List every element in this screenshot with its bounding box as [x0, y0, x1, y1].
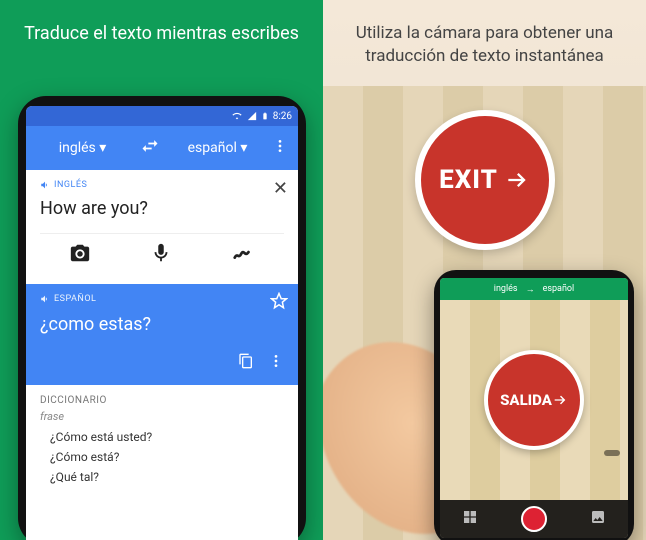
copy-button[interactable]	[238, 353, 254, 373]
dictionary-section: DICCIONARIO frase ¿Cómo está usted? ¿Cóm…	[26, 385, 298, 497]
headline-right: Utiliza la cámara para obtener una tradu…	[323, 0, 646, 90]
phone-frame-left: 8:26 inglés ▾ español ▾ IN	[18, 96, 306, 540]
phone-screen-left: 8:26 inglés ▾ español ▾ IN	[26, 106, 298, 540]
handwriting-icon	[231, 242, 255, 264]
camera-controls	[440, 500, 628, 538]
camera-back-button[interactable]	[462, 509, 478, 529]
camera-screen: inglés → español SALIDA	[440, 278, 628, 538]
panel-camera-translate: Utiliza la cámara para obtener una tradu…	[323, 0, 646, 540]
camera-input-button[interactable]	[69, 242, 91, 268]
favorite-button[interactable]	[270, 292, 288, 314]
language-bar: inglés ▾ español ▾	[26, 126, 298, 170]
original-sign: EXIT	[415, 110, 555, 250]
camera-lang-bar[interactable]: inglés → español	[440, 278, 628, 300]
arrow-right-icon: →	[526, 284, 535, 295]
arrow-right-icon	[504, 167, 530, 193]
result-overflow-button[interactable]	[268, 353, 284, 373]
translation-result-card: ESPAÑOL ¿como estas?	[26, 284, 298, 385]
arrow-right-icon	[552, 392, 568, 408]
cam-lang-to: español	[543, 284, 575, 294]
copy-icon	[238, 353, 254, 369]
lang-from-label: inglés	[59, 140, 96, 156]
source-lang-label[interactable]: INGLÉS	[40, 180, 284, 190]
cam-lang-from: inglés	[494, 284, 518, 294]
wifi-icon	[231, 111, 243, 121]
status-pill	[604, 450, 620, 456]
chevron-down-icon: ▾	[96, 140, 107, 156]
handwriting-input-button[interactable]	[231, 242, 255, 268]
image-icon	[590, 509, 606, 525]
battery-icon	[261, 110, 269, 122]
translation-text: ¿como estas?	[40, 304, 284, 353]
camera-icon	[69, 242, 91, 264]
source-text-input[interactable]: How are you?	[40, 190, 284, 233]
translated-sign: SALIDA	[484, 350, 584, 450]
lang-from-button[interactable]: inglés ▾	[32, 134, 133, 162]
status-bar: 8:26	[26, 106, 298, 126]
camera-viewfinder: SALIDA	[440, 300, 628, 500]
target-lang-label[interactable]: ESPAÑOL	[40, 294, 284, 304]
headline-left: Traduce el texto mientras escribes	[0, 0, 323, 64]
signal-icon	[247, 111, 257, 121]
source-input-card: INGLÉS ✕ How are you?	[26, 170, 298, 284]
phone-frame-right: inglés → español SALIDA	[434, 270, 634, 540]
dictionary-item[interactable]: ¿Cómo está usted?	[40, 427, 284, 447]
input-tools-row	[40, 233, 284, 278]
lang-to-button[interactable]: español ▾	[167, 134, 268, 162]
star-icon	[270, 292, 288, 310]
dictionary-item[interactable]: ¿Cómo está?	[40, 447, 284, 467]
lang-to-label: español	[188, 140, 237, 156]
voice-input-button[interactable]	[150, 242, 172, 268]
dictionary-pos: frase	[40, 410, 284, 423]
panel-type-translate: Traduce el texto mientras escribes 8:26 …	[0, 0, 323, 540]
overflow-menu-button[interactable]	[268, 138, 292, 158]
swap-languages-button[interactable]	[133, 136, 167, 160]
status-time: 8:26	[273, 111, 292, 122]
chevron-down-icon: ▾	[237, 140, 248, 156]
dictionary-item[interactable]: ¿Qué tal?	[40, 467, 284, 487]
grid-icon	[462, 509, 478, 525]
shutter-button[interactable]	[521, 506, 547, 532]
dictionary-heading: DICCIONARIO	[40, 395, 284, 406]
dots-vertical-icon	[272, 138, 288, 154]
speaker-icon	[40, 180, 50, 190]
mic-icon	[150, 242, 172, 264]
speaker-icon	[40, 294, 50, 304]
swap-icon	[140, 136, 160, 156]
camera-flash-button[interactable]	[590, 509, 606, 529]
clear-input-button[interactable]: ✕	[273, 178, 288, 199]
dots-vertical-icon	[268, 353, 284, 369]
